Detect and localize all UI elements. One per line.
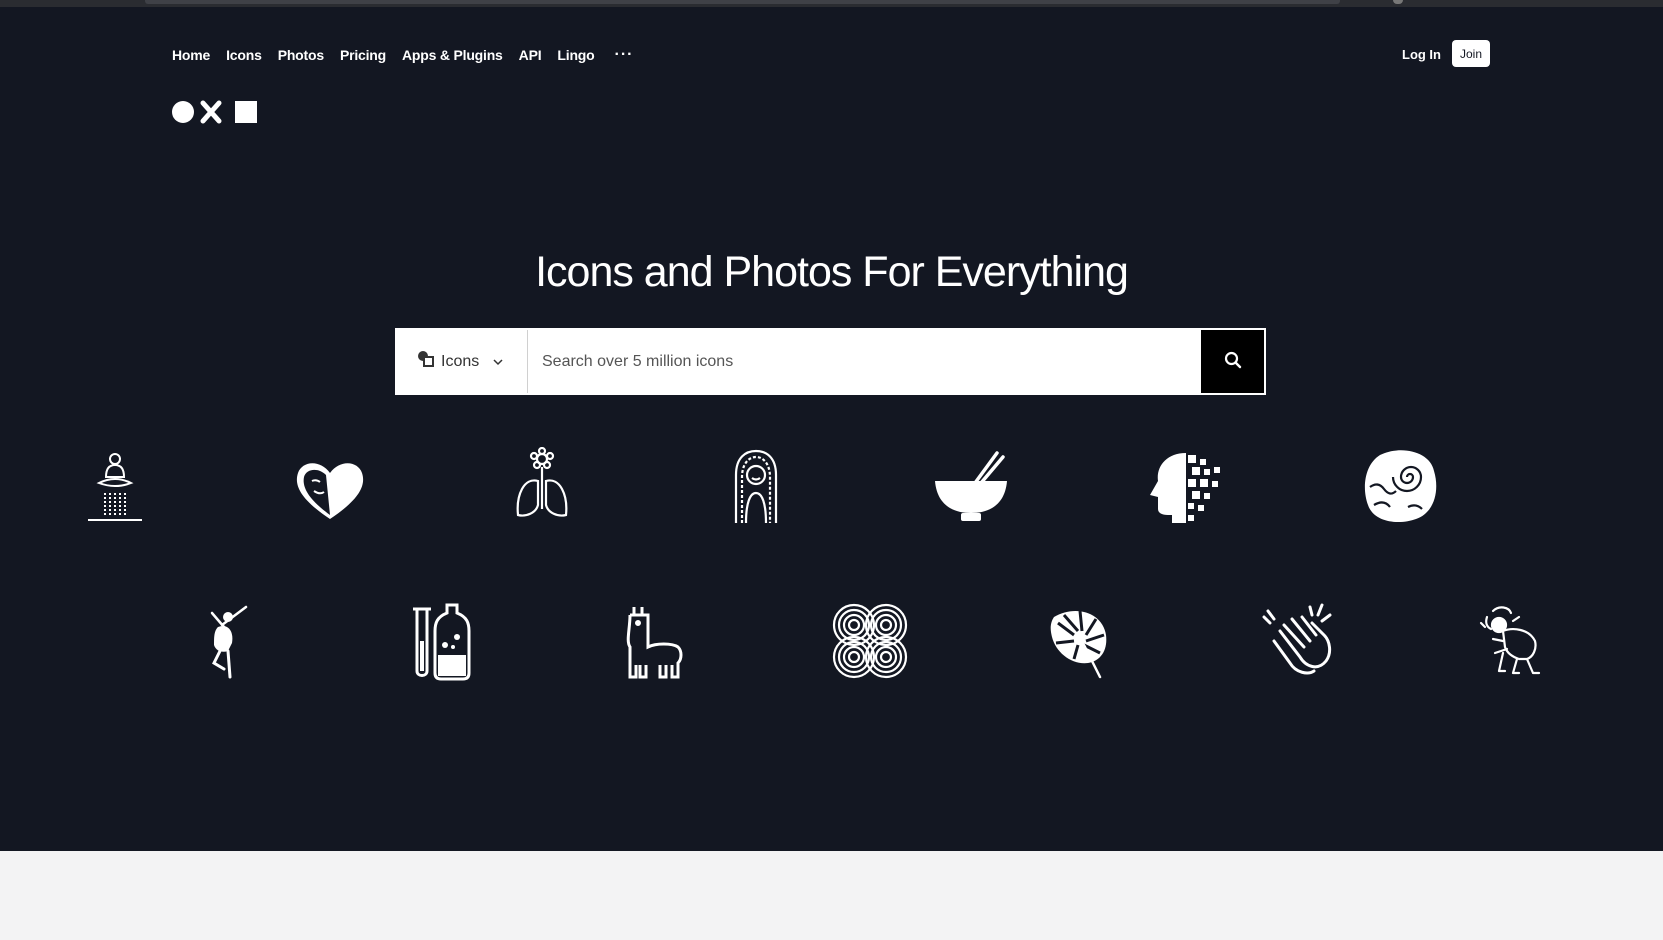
llama-icon[interactable] xyxy=(616,601,696,681)
chevron-down-icon xyxy=(493,353,503,371)
nav-photos[interactable]: Photos xyxy=(278,47,324,63)
main-nav: Home Icons Photos Pricing Apps & Plugins… xyxy=(172,47,634,64)
nav-apps-plugins[interactable]: Apps & Plugins xyxy=(402,47,503,63)
lower-section xyxy=(0,851,1663,940)
nav-home[interactable]: Home xyxy=(172,47,210,63)
crouching-person-icon[interactable] xyxy=(1473,601,1553,681)
nav-pricing[interactable]: Pricing xyxy=(340,47,386,63)
monstera-leaf-icon[interactable] xyxy=(1044,601,1124,681)
test-tubes-icon[interactable] xyxy=(401,601,481,681)
hero-section xyxy=(0,7,1663,851)
search-input[interactable] xyxy=(528,330,1201,393)
woman-portrait-icon[interactable] xyxy=(716,447,796,527)
fossil-rock-icon[interactable] xyxy=(1360,447,1440,527)
nav-lingo[interactable]: Lingo xyxy=(557,47,594,63)
hero-title: Icons and Photos For Everything xyxy=(535,248,1129,296)
noun-project-logo[interactable] xyxy=(172,100,258,129)
search-icon xyxy=(1224,351,1242,372)
pixel-head-icon[interactable] xyxy=(1146,447,1226,527)
join-button[interactable]: Join xyxy=(1452,40,1490,67)
meditation-icon[interactable] xyxy=(75,447,155,527)
search-type-dropdown[interactable]: Icons xyxy=(397,330,528,393)
search-bar: Icons xyxy=(395,328,1266,395)
bowl-chopsticks-icon[interactable] xyxy=(931,447,1011,527)
icons-type-icon xyxy=(417,350,435,373)
browser-top-strip xyxy=(0,0,1663,7)
heart-face-icon[interactable] xyxy=(290,447,370,527)
login-link[interactable]: Log In xyxy=(1402,47,1441,62)
nav-icons[interactable]: Icons xyxy=(226,47,262,63)
search-button[interactable] xyxy=(1201,330,1264,393)
search-type-label: Icons xyxy=(441,352,480,370)
lungs-flower-icon[interactable] xyxy=(502,447,582,527)
nav-api[interactable]: API xyxy=(519,47,542,63)
spiral-pattern-icon[interactable] xyxy=(830,601,910,681)
clapping-hands-icon[interactable] xyxy=(1260,601,1340,681)
dancer-icon[interactable] xyxy=(184,601,264,681)
browser-indicator xyxy=(1393,0,1403,4)
more-menu-icon[interactable]: ··· xyxy=(615,47,634,63)
browser-tab-bar xyxy=(145,0,1340,4)
